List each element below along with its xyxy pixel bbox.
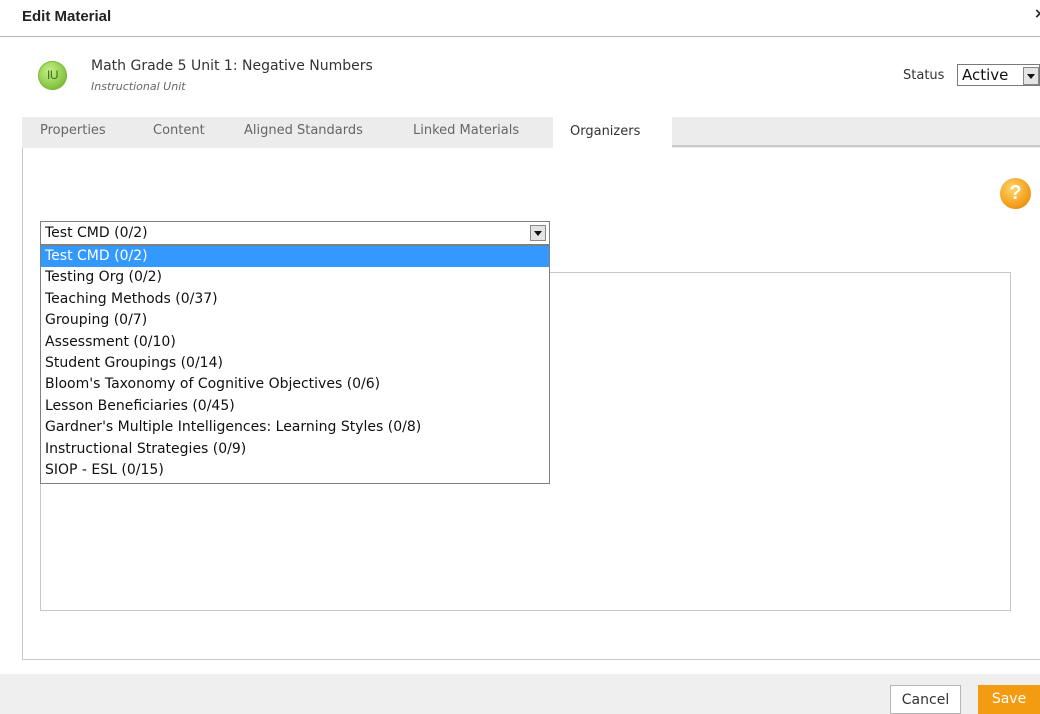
organizer-options-list: Test CMD (0/2) Testing Org (0/2) Teachin…: [40, 245, 550, 484]
tab-aligned-standards[interactable]: Aligned Standards: [244, 123, 363, 138]
option-item[interactable]: Student Groupings (0/14): [41, 353, 549, 374]
option-item[interactable]: Assessment (0/10): [41, 332, 549, 353]
chevron-down-icon[interactable]: [530, 225, 546, 241]
close-icon[interactable]: ×: [1034, 6, 1040, 20]
option-item[interactable]: SIOP - ESL (0/15): [41, 460, 549, 481]
tab-divider: [672, 145, 1040, 147]
organizer-select-value: Test CMD (0/2): [45, 225, 148, 241]
dialog-title: Edit Material: [22, 8, 112, 25]
tab-organizers-label: Organizers: [570, 124, 641, 139]
dialog-footer: [0, 674, 1040, 714]
tab-properties[interactable]: Properties: [40, 123, 106, 138]
option-item[interactable]: Grouping (0/7): [41, 310, 549, 331]
instructional-unit-icon: IU: [38, 61, 67, 90]
option-item[interactable]: Bloom's Taxonomy of Cognitive Objectives…: [41, 374, 549, 395]
badge-label: IU: [47, 68, 59, 82]
status-value: Active: [962, 66, 1009, 84]
organizer-select[interactable]: Test CMD (0/2): [40, 221, 550, 245]
tab-linked-materials[interactable]: Linked Materials: [413, 123, 519, 138]
status-select[interactable]: Active: [957, 64, 1040, 86]
save-button[interactable]: Save: [978, 685, 1040, 714]
option-item[interactable]: Instructional Strategies (0/9): [41, 439, 549, 460]
chevron-down-icon[interactable]: [1023, 67, 1039, 85]
option-item[interactable]: Teaching Methods (0/37): [41, 289, 549, 310]
help-icon[interactable]: ?: [1000, 178, 1031, 209]
option-item[interactable]: Test CMD (0/2): [41, 246, 549, 268]
cancel-button[interactable]: Cancel: [890, 685, 961, 714]
material-type: Instructional Unit: [91, 80, 186, 93]
tab-bar: Properties Content Aligned Standards Lin…: [22, 117, 1040, 148]
status-label: Status: [903, 68, 945, 83]
option-item[interactable]: Testing Org (0/2): [41, 267, 549, 288]
material-title: Math Grade 5 Unit 1: Negative Numbers: [91, 58, 373, 74]
dialog-header: Edit Material ×: [0, 0, 1040, 37]
option-item[interactable]: Gardner's Multiple Intelligences: Learni…: [41, 417, 549, 438]
option-item[interactable]: Lesson Beneficiaries (0/45): [41, 396, 549, 417]
tab-organizers[interactable]: Organizers: [553, 117, 672, 148]
tab-content[interactable]: Content: [153, 123, 205, 138]
